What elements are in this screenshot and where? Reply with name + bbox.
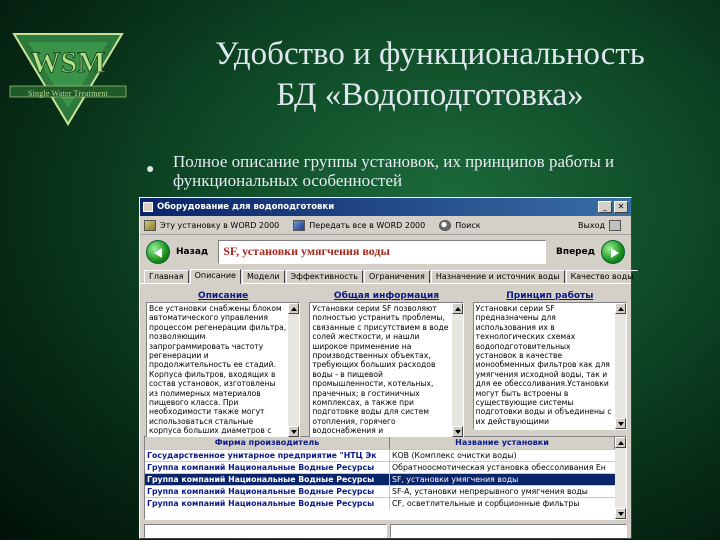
tab-purpose-source[interactable]: Назначение и источник воды: [430, 270, 565, 283]
window-titlebar[interactable]: Оборудование для водоподготовки _ ✕: [140, 198, 631, 216]
tab-limitations[interactable]: Ограничения: [364, 270, 430, 283]
operating-principle-panel: Принцип работы Установки серии SF предна…: [472, 290, 627, 430]
cell-firm: Группа компаний Национальные Водные Ресу…: [145, 498, 390, 509]
vertical-scrollbar[interactable]: [451, 303, 463, 437]
scroll-up-icon[interactable]: [614, 303, 626, 314]
word-export-icon: [144, 219, 156, 231]
panel-text: Все установки снабжены блоком автоматиче…: [149, 304, 287, 436]
arrow-right-icon: [601, 240, 625, 264]
cell-firm: Группа компаний Национальные Водные Ресу…: [145, 462, 390, 473]
forward-label: Вперед: [556, 247, 595, 257]
svg-text:WSM: WSM: [31, 46, 106, 79]
table-row[interactable]: Государственное унитарное предприятие "Н…: [145, 449, 615, 461]
title-line-2: БД «Водоподготовка»: [276, 77, 584, 113]
cell-name: SF, установки умягчения воды: [392, 475, 519, 484]
vertical-scrollbar[interactable]: [614, 303, 626, 429]
forward-button[interactable]: Вперед: [550, 240, 625, 264]
exit-button[interactable]: Выход: [578, 219, 625, 231]
panel-text: Установки серии SF предназначены для исп…: [475, 304, 612, 426]
cell-name: КОВ (Комплекс очистки воды): [392, 451, 517, 460]
tab-water-quality[interactable]: Качество воды: [565, 270, 639, 283]
back-label: Назад: [176, 247, 209, 257]
status-field: [144, 524, 387, 538]
scroll-up-icon[interactable]: [615, 437, 626, 448]
bullet-icon: ●: [146, 160, 155, 176]
description-panel: Описание Все установки снабжены блоком а…: [146, 290, 301, 438]
close-button[interactable]: ✕: [614, 201, 628, 213]
search-button[interactable]: Поиск: [439, 219, 481, 231]
cell-firm: Государственное унитарное предприятие "Н…: [145, 450, 390, 461]
scroll-down-icon[interactable]: [451, 425, 463, 437]
panels: Описание Все установки снабжены блоком а…: [140, 284, 631, 438]
logo-caption: Single Water Treatment: [27, 89, 109, 98]
tab-strip: Главная Описание Модели Эффективность Ог…: [140, 269, 639, 284]
wsm-logo: WSM: [9, 33, 127, 126]
panel-textbox[interactable]: Все установки снабжены блоком автоматиче…: [146, 302, 301, 438]
export-one-button[interactable]: Эту установку в WORD 2000: [144, 219, 280, 231]
panel-heading: Описание: [198, 291, 249, 301]
vertical-scrollbar[interactable]: [288, 303, 300, 437]
arrow-left-icon: [146, 240, 170, 264]
slide-title: Удобство и функциональность БД «Водоподг…: [140, 34, 720, 116]
column-header-firm[interactable]: Фирма производитель: [145, 437, 390, 449]
scroll-down-icon[interactable]: [615, 508, 626, 519]
export-all-button[interactable]: Передать все в WORD 2000: [293, 219, 426, 231]
current-item-field: SF, установки умягчения воды: [218, 240, 546, 264]
cell-name: Обратноосмотическая установка обессолива…: [392, 463, 606, 472]
cell-firm: Группа компаний Национальные Водные Ресу…: [145, 474, 390, 485]
app-window: Оборудование для водоподготовки _ ✕ Эту …: [139, 197, 639, 539]
toolbar: Эту установку в WORD 2000 Передать все в…: [140, 216, 631, 235]
search-icon: [439, 219, 452, 231]
table-row[interactable]: Группа компаний Национальные Водные Ресу…: [145, 461, 615, 473]
scroll-down-icon[interactable]: [288, 425, 300, 437]
panel-textbox[interactable]: Установки серии SF предназначены для исп…: [472, 302, 627, 430]
tab-main[interactable]: Главная: [144, 270, 189, 283]
equipment-table: Фирма производитель Название установки Г…: [144, 436, 627, 520]
panel-textbox[interactable]: Установки серии SF позволяют полностью у…: [309, 302, 464, 438]
scroll-down-icon[interactable]: [614, 418, 626, 429]
table-scrollbar[interactable]: [615, 437, 626, 519]
search-label: Поиск: [455, 220, 481, 230]
status-field: [390, 524, 627, 538]
panel-heading: Принцип работы: [506, 291, 594, 301]
table-body: Фирма производитель Название установки Г…: [145, 437, 615, 519]
table-row-selected[interactable]: Группа компаний Национальные Водные Ресу…: [145, 473, 615, 485]
panel-text: Установки серии SF позволяют полностью у…: [312, 304, 449, 436]
tab-description[interactable]: Описание: [189, 269, 241, 284]
app-icon: [143, 202, 153, 212]
scroll-up-icon[interactable]: [288, 303, 300, 314]
exit-door-icon: [609, 219, 621, 231]
window-title: Оборудование для водоподготовки: [157, 202, 335, 212]
back-button[interactable]: Назад: [146, 240, 214, 264]
word-export-all-icon: [293, 219, 306, 231]
bullet-text: Полное описание группы установок, их при…: [173, 152, 615, 190]
table-row[interactable]: Группа компаний Национальные Водные Ресу…: [145, 485, 615, 497]
column-header-name[interactable]: Название установки: [390, 437, 615, 449]
status-bar: [144, 524, 627, 538]
exit-label: Выход: [578, 220, 605, 230]
export-all-label: Передать все в WORD 2000: [309, 220, 426, 230]
minimize-button[interactable]: _: [598, 201, 612, 213]
title-line-1: Удобство и функциональность: [215, 36, 645, 72]
cell-name: CF, осветлительные и сорбционные фильтры: [392, 499, 580, 508]
tab-models[interactable]: Модели: [241, 270, 285, 283]
general-info-panel: Общая информация Установки серии SF позв…: [309, 290, 464, 438]
table-row[interactable]: Группа компаний Национальные Водные Ресу…: [145, 497, 615, 509]
panel-heading: Общая информация: [333, 291, 440, 301]
cell-name: SF-A, установки непрерывного умягчения в…: [392, 487, 588, 496]
navigation-row: Назад SF, установки умягчения воды Впере…: [140, 235, 631, 269]
table-header: Фирма производитель Название установки: [145, 437, 615, 449]
cell-firm: Группа компаний Национальные Водные Ресу…: [145, 486, 390, 497]
tab-efficiency[interactable]: Эффективность: [285, 270, 364, 283]
export-one-label: Эту установку в WORD 2000: [160, 220, 280, 230]
scroll-up-icon[interactable]: [451, 303, 463, 314]
